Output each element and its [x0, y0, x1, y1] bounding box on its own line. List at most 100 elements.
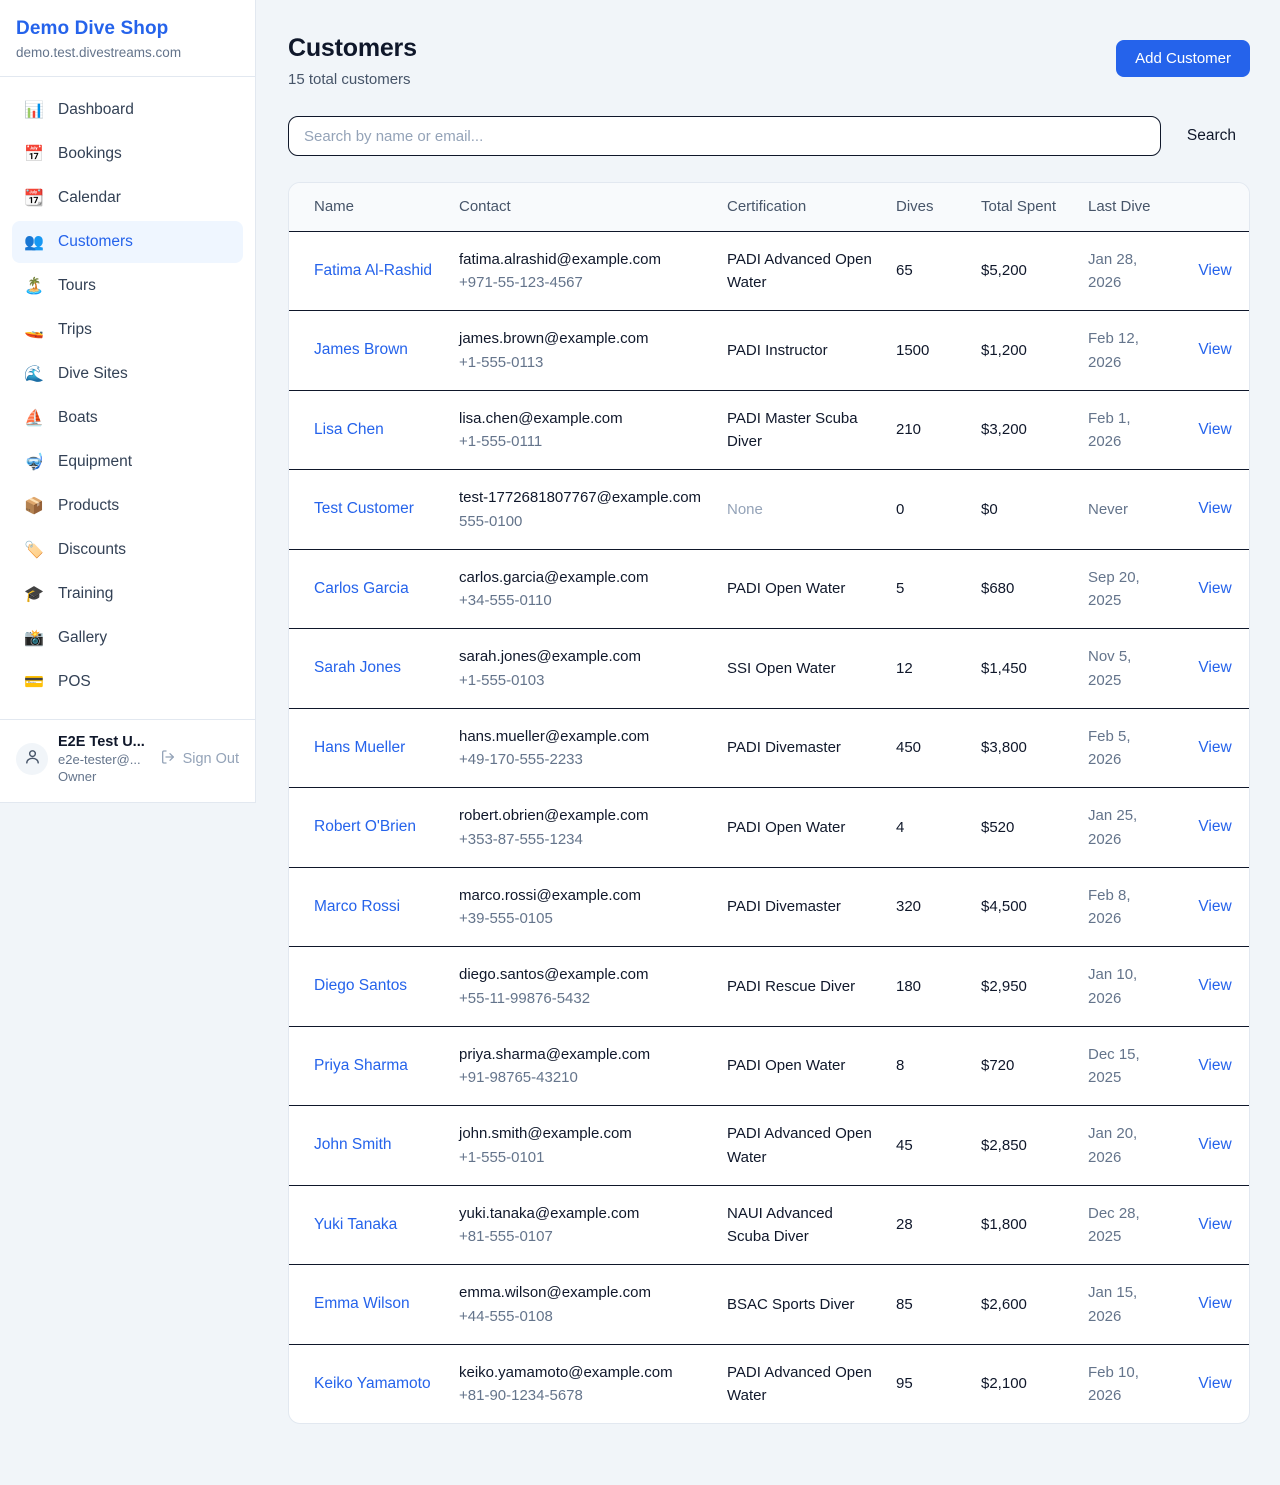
sign-out-button[interactable]: Sign Out: [160, 749, 239, 769]
customer-email: robert.obrien@example.com: [459, 804, 703, 827]
customer-name-link[interactable]: Fatima Al-Rashid: [314, 262, 432, 279]
view-customer-link[interactable]: View: [1198, 1216, 1231, 1233]
customer-dives: 45: [884, 1106, 969, 1186]
customer-name-link[interactable]: Priya Sharma: [314, 1057, 408, 1074]
customer-certification: PADI Open Water: [727, 819, 845, 836]
view-customer-link[interactable]: View: [1198, 1295, 1231, 1312]
products-icon: 📦: [24, 496, 44, 516]
sidebar-item-boats[interactable]: ⛵Boats: [12, 397, 243, 439]
customer-name-link[interactable]: Keiko Yamamoto: [314, 1375, 431, 1392]
view-customer-link[interactable]: View: [1198, 977, 1231, 994]
column-header: Dives: [884, 183, 969, 231]
customer-name-link[interactable]: Hans Mueller: [314, 739, 405, 756]
customer-email: test-1772681807767@example.com: [459, 486, 703, 509]
user-role: Owner: [58, 769, 150, 784]
column-header: Certification: [715, 183, 884, 231]
sidebar-item-training[interactable]: 🎓Training: [12, 573, 243, 615]
view-customer-link[interactable]: View: [1198, 421, 1231, 438]
customer-phone: +353-87-555-1234: [459, 828, 703, 851]
sidebar-item-label: Gallery: [58, 629, 107, 647]
search-button[interactable]: Search: [1187, 127, 1236, 145]
view-customer-link[interactable]: View: [1198, 1375, 1231, 1392]
customer-certification: PADI Open Water: [727, 580, 845, 597]
add-customer-button[interactable]: Add Customer: [1116, 40, 1250, 77]
customer-name-link[interactable]: James Brown: [314, 341, 408, 358]
customer-row: John Smithjohn.smith@example.com+1-555-0…: [289, 1106, 1250, 1186]
calendar-icon: 📆: [24, 188, 44, 208]
shop-header: Demo Dive Shop demo.test.divestreams.com: [0, 0, 255, 77]
customer-phone: +1-555-0101: [459, 1146, 703, 1169]
view-customer-link[interactable]: View: [1198, 659, 1231, 676]
customer-certification: PADI Open Water: [727, 1057, 845, 1074]
sidebar-item-label: Training: [58, 585, 113, 603]
sidebar-item-products[interactable]: 📦Products: [12, 485, 243, 527]
view-customer-link[interactable]: View: [1198, 580, 1231, 597]
customer-dives: 450: [884, 708, 969, 788]
customer-total-spent: $2,850: [969, 1106, 1076, 1186]
customer-last-dive: Feb 12, 2026: [1076, 311, 1179, 391]
customer-name-link[interactable]: Emma Wilson: [314, 1295, 410, 1312]
customer-row: Fatima Al-Rashidfatima.alrashid@example.…: [289, 231, 1250, 311]
bookings-icon: 📅: [24, 144, 44, 164]
view-customer-link[interactable]: View: [1198, 1057, 1231, 1074]
customer-total-spent: $720: [969, 1026, 1076, 1106]
search-input[interactable]: [288, 116, 1161, 156]
customer-certification: NAUI Advanced Scuba Diver: [727, 1205, 833, 1245]
gallery-icon: 📸: [24, 628, 44, 648]
customer-total-spent: $4,500: [969, 867, 1076, 947]
customer-name-link[interactable]: Robert O'Brien: [314, 818, 416, 835]
customer-total-spent: $1,450: [969, 629, 1076, 709]
sidebar-item-tours[interactable]: 🏝️Tours: [12, 265, 243, 307]
view-customer-link[interactable]: View: [1198, 898, 1231, 915]
customer-certification: PADI Advanced Open Water: [727, 1364, 872, 1404]
column-header: Name: [289, 183, 447, 231]
customer-email: emma.wilson@example.com: [459, 1281, 703, 1304]
sidebar-item-dive-sites[interactable]: 🌊Dive Sites: [12, 353, 243, 395]
sidebar-item-label: Dashboard: [58, 101, 134, 119]
sidebar-item-customers[interactable]: 👥Customers: [12, 221, 243, 263]
view-customer-link[interactable]: View: [1198, 500, 1231, 517]
customer-total-spent: $3,800: [969, 708, 1076, 788]
column-header: Last Dive: [1076, 183, 1179, 231]
sidebar-item-discounts[interactable]: 🏷️Discounts: [12, 529, 243, 571]
sidebar-item-label: Boats: [58, 409, 98, 427]
view-customer-link[interactable]: View: [1198, 739, 1231, 756]
customers-table: NameContactCertificationDivesTotal Spent…: [289, 183, 1250, 1423]
customer-certification: PADI Instructor: [727, 342, 828, 359]
user-icon: [24, 748, 41, 770]
customer-name-link[interactable]: Lisa Chen: [314, 421, 384, 438]
sidebar-item-pos[interactable]: 💳POS: [12, 661, 243, 703]
customer-name-link[interactable]: Marco Rossi: [314, 898, 400, 915]
view-customer-link[interactable]: View: [1198, 341, 1231, 358]
sidebar-item-calendar[interactable]: 📆Calendar: [12, 177, 243, 219]
sidebar-item-dashboard[interactable]: 📊Dashboard: [12, 89, 243, 131]
customer-name-link[interactable]: Carlos Garcia: [314, 580, 409, 597]
user-name: E2E Test U...: [58, 734, 150, 750]
customer-certification: BSAC Sports Diver: [727, 1296, 855, 1313]
view-customer-link[interactable]: View: [1198, 818, 1231, 835]
customer-certification: PADI Rescue Diver: [727, 978, 855, 995]
trips-icon: 🚤: [24, 320, 44, 340]
customer-name-link[interactable]: John Smith: [314, 1136, 392, 1153]
customer-name-link[interactable]: Diego Santos: [314, 977, 407, 994]
customer-email: keiko.yamamoto@example.com: [459, 1361, 703, 1384]
customer-dives: 4: [884, 788, 969, 868]
sidebar-item-gallery[interactable]: 📸 Gallery: [12, 617, 243, 659]
customer-total-spent: $1,800: [969, 1185, 1076, 1265]
sidebar-item-trips[interactable]: 🚤Trips: [12, 309, 243, 351]
customer-last-dive: Nov 5, 2025: [1076, 629, 1179, 709]
customer-certification: PADI Divemaster: [727, 898, 841, 915]
customer-name-link[interactable]: Test Customer: [314, 500, 414, 517]
sidebar-item-bookings[interactable]: 📅Bookings: [12, 133, 243, 175]
sidebar-item-label: POS: [58, 673, 91, 691]
customer-dives: 0: [884, 470, 969, 550]
sidebar-nav: 📊Dashboard📅Bookings📆Calendar👥Customers🏝️…: [0, 77, 255, 719]
view-customer-link[interactable]: View: [1198, 262, 1231, 279]
sidebar-item-equipment[interactable]: 🤿Equipment: [12, 441, 243, 483]
customer-row: Diego Santosdiego.santos@example.com+55-…: [289, 947, 1250, 1027]
customer-total-spent: $2,600: [969, 1265, 1076, 1345]
customer-name-link[interactable]: Yuki Tanaka: [314, 1216, 397, 1233]
customer-phone: +81-555-0107: [459, 1225, 703, 1248]
view-customer-link[interactable]: View: [1198, 1136, 1231, 1153]
customer-name-link[interactable]: Sarah Jones: [314, 659, 401, 676]
